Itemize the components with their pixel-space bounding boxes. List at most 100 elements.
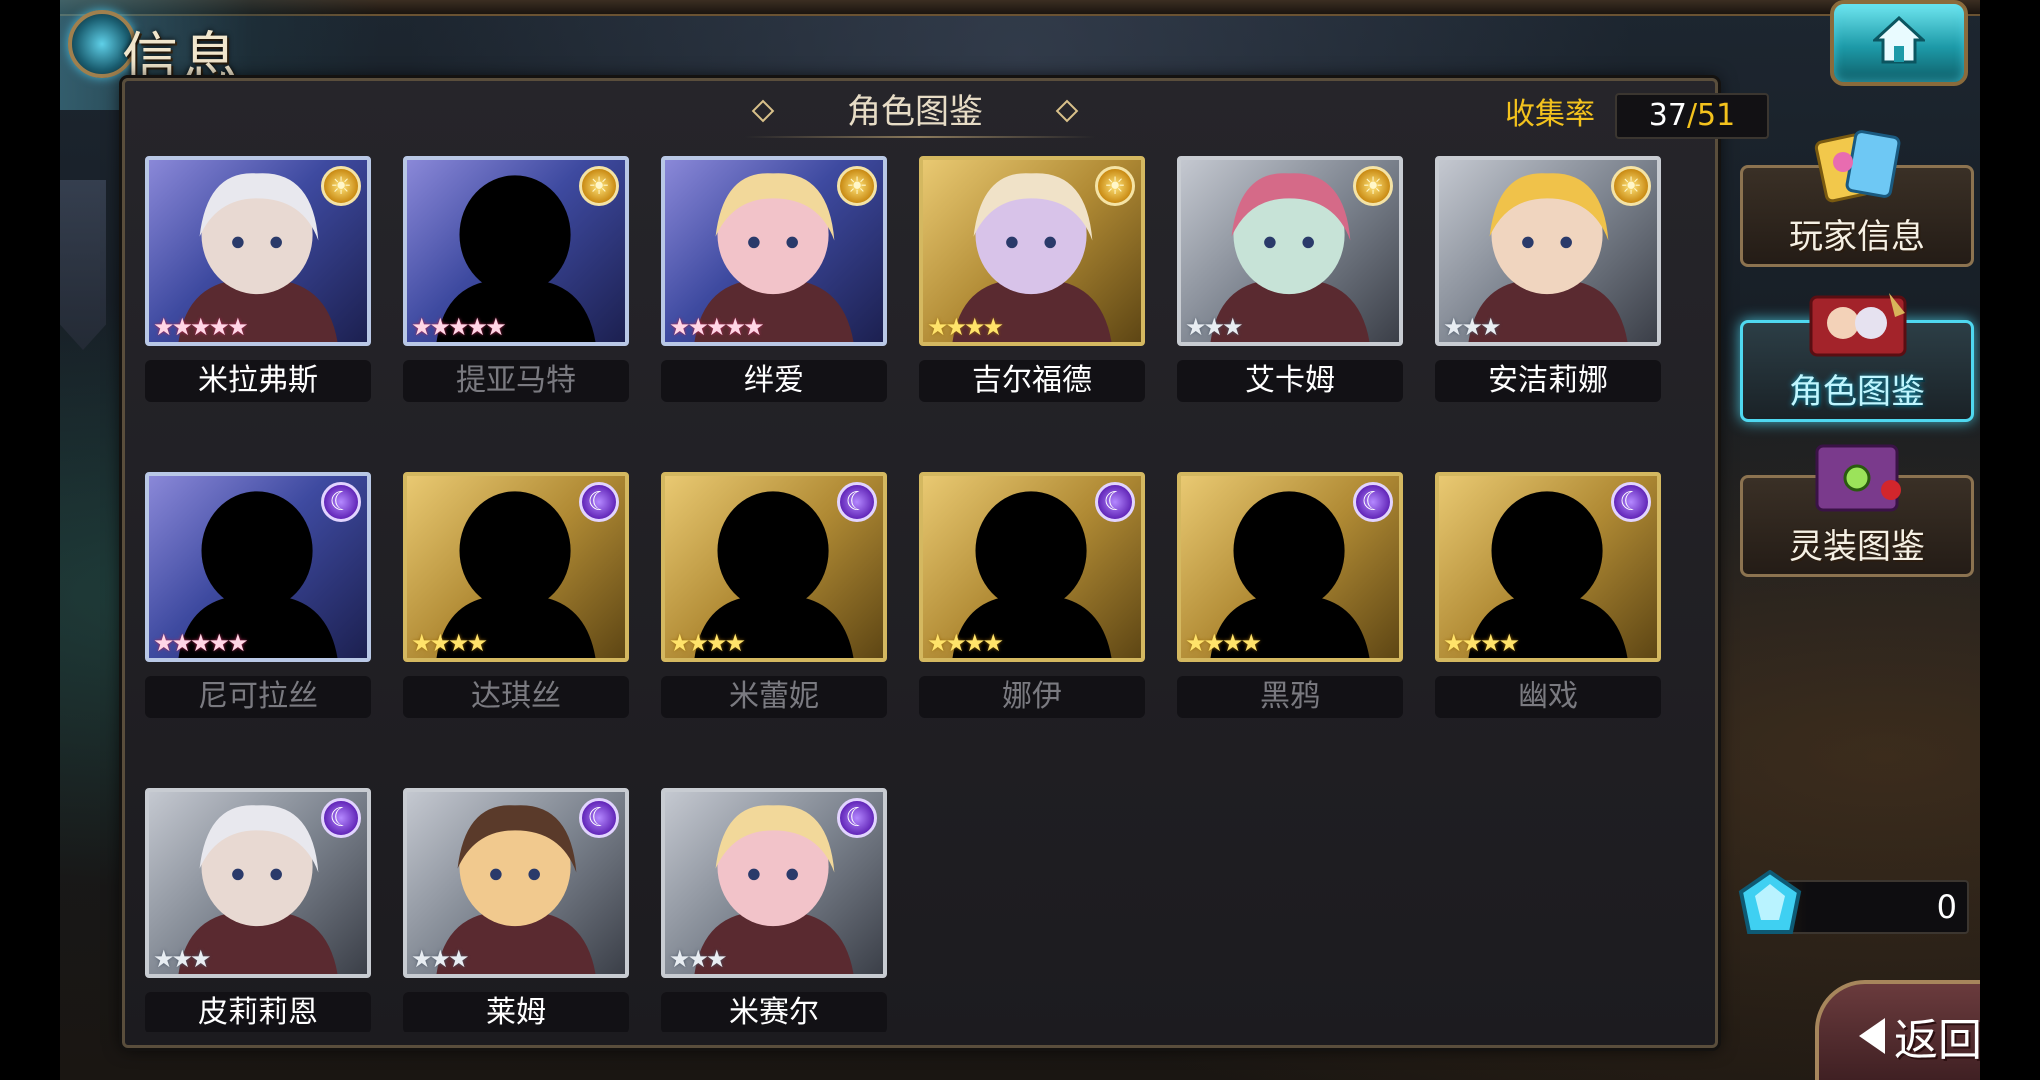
character-card[interactable]: ★★★★★尼可拉丝 (145, 472, 371, 718)
rarity-stars: ★★★★ (669, 628, 746, 658)
sun-element-icon (837, 166, 877, 206)
star-icon: ★ (190, 629, 211, 657)
star-icon: ★ (153, 629, 174, 657)
character-name: 安洁莉娜 (1435, 360, 1661, 402)
character-name: 提亚马特 (403, 360, 629, 402)
character-name: 幽戏 (1435, 676, 1661, 718)
character-portrait[interactable]: ★★★ (1435, 156, 1661, 346)
rarity-stars: ★★★★ (927, 628, 1004, 658)
star-icon: ★ (1203, 313, 1225, 341)
rarity-stars: ★★★ (1185, 312, 1243, 342)
character-name: 娜伊 (919, 676, 1145, 718)
character-portrait[interactable]: ★★★★ (403, 472, 629, 662)
moon-element-icon (321, 482, 361, 522)
character-name: 绊爱 (661, 360, 887, 402)
character-portrait[interactable]: ★★★★★ (145, 156, 371, 346)
title-divider (745, 136, 1095, 138)
character-portrait[interactable]: ★★★★ (1435, 472, 1661, 662)
codex-screen: 信息 角色图鉴 收集率 37/51 ★★★★★米拉弗斯★★★★★提亚马特★★★★… (60, 0, 1980, 1080)
home-button[interactable] (1830, 0, 1968, 86)
collection-total: 51 (1697, 98, 1736, 133)
star-icon: ★ (171, 945, 193, 973)
rarity-stars: ★★★ (669, 944, 727, 974)
character-card[interactable]: ★★★★★ 提亚马特 (403, 156, 629, 402)
star-icon: ★ (1480, 629, 1501, 657)
star-icon: ★ (208, 313, 230, 341)
character-grid: ★★★★★米拉弗斯★★★★★提亚马特★★★★★绊爱★★★★吉尔福德★★★艾卡姆★… (145, 156, 1705, 1032)
character-name: 米拉弗斯 (145, 360, 371, 402)
star-icon: ★ (669, 629, 690, 657)
diamond-right-icon (1055, 99, 1079, 123)
star-icon: ★ (687, 629, 709, 657)
star-icon: ★ (411, 945, 432, 973)
star-icon: ★ (448, 629, 469, 657)
character-portrait[interactable]: ★★★ (661, 788, 887, 978)
character-card[interactable]: ★★★★娜伊 (919, 472, 1145, 718)
back-button[interactable]: 返回 (1815, 980, 1980, 1080)
star-icon: ★ (153, 945, 174, 973)
equipment-codex-label: 灵装图鉴 (1789, 527, 1925, 567)
back-arrow-icon (1859, 1018, 1885, 1054)
character-card[interactable]: ★★★莱姆 (403, 788, 629, 1032)
character-name: 吉尔福德 (919, 360, 1145, 402)
character-portrait[interactable]: ★★★★★ (661, 156, 887, 346)
star-icon: ★ (1498, 629, 1520, 657)
star-icon: ★ (669, 313, 690, 341)
star-icon: ★ (964, 313, 985, 341)
star-icon: ★ (227, 313, 248, 341)
moon-element-icon (1611, 482, 1651, 522)
character-portrait[interactable]: ★★★★ (919, 156, 1145, 346)
character-portrait[interactable]: ★★★★★ (145, 472, 371, 662)
back-label: 返回 (1894, 1015, 1980, 1066)
character-portrait[interactable]: ★★★★ (1177, 472, 1403, 662)
moon-element-icon (837, 482, 877, 522)
star-icon: ★ (171, 313, 193, 341)
character-card[interactable]: ★★★★ 吉尔福德 (919, 156, 1145, 402)
star-icon: ★ (982, 313, 1004, 341)
star-icon: ★ (1185, 313, 1206, 341)
equipment-codex-button[interactable]: 灵装图鉴 (1740, 444, 1974, 577)
character-card[interactable]: ★★★★达琪丝 (403, 472, 629, 718)
star-icon: ★ (724, 313, 746, 341)
character-card[interactable]: ★★★ 安洁莉娜 (1435, 156, 1661, 402)
character-card[interactable]: ★★★★ 幽戏 (1435, 472, 1661, 718)
character-card[interactable]: ★★★★★ 米拉弗斯 (145, 156, 371, 402)
rarity-stars: ★★★★ (927, 312, 1004, 342)
moon-element-icon (1095, 482, 1135, 522)
star-icon: ★ (1443, 629, 1464, 657)
character-portrait[interactable]: ★★★ (1177, 156, 1403, 346)
star-icon: ★ (927, 629, 948, 657)
character-card[interactable]: ★★★艾卡姆 (1177, 156, 1403, 402)
star-icon: ★ (227, 629, 248, 657)
character-portrait[interactable]: ★★★ (145, 788, 371, 978)
character-card[interactable]: ★★★★ 黑鸦 (1177, 472, 1403, 718)
character-card[interactable]: ★★★★★绊爱 (661, 156, 887, 402)
star-icon: ★ (964, 629, 985, 657)
character-name: 皮莉莉恩 (145, 992, 371, 1032)
star-icon: ★ (945, 313, 967, 341)
star-icon: ★ (190, 945, 211, 973)
character-portrait[interactable]: ★★★ (403, 788, 629, 978)
character-codex-button[interactable]: 角色图鉴 (1740, 293, 1974, 422)
character-book-icon (1809, 293, 1907, 357)
character-name: 黑鸦 (1177, 676, 1403, 718)
star-icon: ★ (1185, 629, 1206, 657)
home-icon (1873, 16, 1925, 64)
character-portrait[interactable]: ★★★★★ (403, 156, 629, 346)
character-portrait[interactable]: ★★★★ (919, 472, 1145, 662)
player-info-button[interactable]: 玩家信息 (1740, 130, 1974, 267)
character-card[interactable]: ★★★皮莉莉恩 (145, 788, 371, 1032)
sun-element-icon (1095, 166, 1135, 206)
spellbook-icon (1815, 444, 1901, 512)
panel-title: 角色图鉴 (847, 92, 983, 132)
character-card[interactable]: ★★★★米蕾妮 (661, 472, 887, 718)
sun-element-icon (579, 166, 619, 206)
crystal-gem-icon (1738, 870, 1802, 934)
rarity-stars: ★★★ (1443, 312, 1501, 342)
character-card[interactable]: ★★★米赛尔 (661, 788, 887, 1032)
star-icon: ★ (429, 945, 451, 973)
moon-element-icon (321, 798, 361, 838)
star-icon: ★ (466, 313, 488, 341)
currency-counter: 0 (1738, 870, 1969, 934)
character-portrait[interactable]: ★★★★ (661, 472, 887, 662)
